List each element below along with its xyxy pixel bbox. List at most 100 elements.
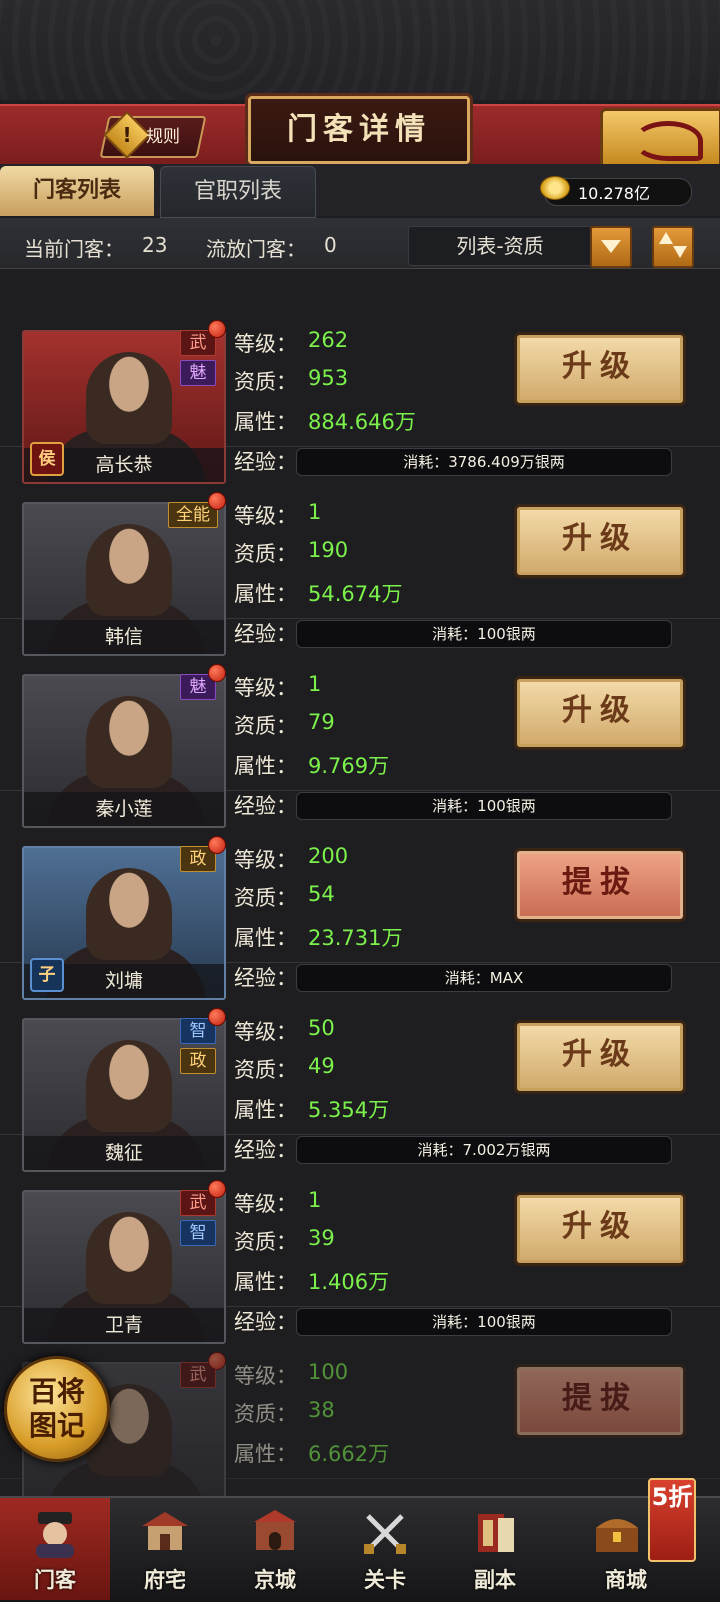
attr-value: 5.354万 [308, 1098, 390, 1122]
attr-label: 属性： [234, 1442, 297, 1466]
nav-mansion[interactable]: 府宅 [110, 1498, 220, 1600]
upgrade-button[interactable]: 升级 [514, 676, 686, 750]
tab-official-list[interactable]: 官职列表 [160, 166, 316, 218]
nav-label: 门客 [34, 1568, 76, 1592]
quality-value: 39 [308, 1226, 335, 1250]
level-label: 等级： [234, 676, 297, 700]
retainer-list[interactable]: 高长恭 侯 武 魅 等级： 262 资质： 953 属性： 884.646万 经… [0, 270, 720, 1496]
attr-label: 属性： [234, 926, 297, 950]
portrait-head [86, 696, 172, 788]
attr-value: 23.731万 [308, 926, 403, 950]
notification-dot [208, 1008, 226, 1026]
general-record-book-button[interactable]: 百将图记 [4, 1356, 110, 1462]
notification-dot [208, 492, 226, 510]
quality-value: 38 [308, 1398, 335, 1422]
trait-tag: 魅 [180, 360, 216, 386]
attr-value: 884.646万 [308, 410, 416, 434]
sort-order-toggle-icon[interactable] [652, 226, 694, 268]
currency-value: 10.278亿 [578, 184, 650, 203]
quality-value: 49 [308, 1054, 335, 1078]
exiled-retainers-value: 0 [324, 233, 337, 257]
level-value: 1 [308, 1188, 322, 1212]
quality-value: 190 [308, 538, 349, 562]
level-label: 等级： [234, 1020, 297, 1044]
quality-value: 79 [308, 710, 335, 734]
level-value: 262 [308, 328, 349, 352]
nav-label: 关卡 [364, 1568, 406, 1592]
notification-dot [208, 836, 226, 854]
portrait-head [86, 352, 172, 444]
nav-retainers[interactable]: 门客 [0, 1498, 110, 1600]
nav-label: 府宅 [144, 1568, 186, 1592]
quality-label: 资质： [234, 1402, 297, 1426]
level-label: 等级： [234, 848, 297, 872]
level-label: 等级： [234, 1364, 297, 1388]
quality-label: 资质： [234, 886, 297, 910]
current-retainers-value: 23 [142, 233, 168, 257]
nav-label: 商城 [605, 1568, 647, 1592]
portrait-head [86, 1212, 172, 1304]
notification-dot [208, 664, 226, 682]
quality-value: 54 [308, 882, 335, 906]
level-value: 50 [308, 1016, 335, 1040]
rules-button[interactable]: 规则 [146, 122, 180, 147]
upgrade-button[interactable]: 升级 [514, 1020, 686, 1094]
level-value: 100 [308, 1360, 349, 1384]
crossed-swords-icon [364, 1514, 406, 1554]
upgrade-button[interactable]: 升级 [514, 1192, 686, 1266]
attr-label: 属性： [234, 582, 297, 606]
dragon-back-icon [633, 121, 703, 161]
attr-value: 6.662万 [308, 1442, 390, 1466]
nav-dungeon[interactable]: 副本 [440, 1498, 550, 1600]
attr-value: 9.769万 [308, 754, 390, 778]
list-item: 韩信 全能 等级： 1 资质： 190 属性： 54.674万 经验： 消耗：1… [0, 442, 720, 656]
attr-label: 属性： [234, 1270, 297, 1294]
quality-label: 资质： [234, 542, 297, 566]
nav-capital[interactable]: 京城 [220, 1498, 330, 1600]
sort-select[interactable]: 列表-资质 [408, 226, 592, 266]
current-retainers-label: 当前门客： [24, 237, 124, 261]
quality-label: 资质： [234, 1230, 297, 1254]
promote-button[interactable]: 提拔 [514, 848, 686, 922]
trait-tag: 智 [180, 1220, 216, 1246]
book-label: 百将图记 [28, 1375, 85, 1442]
dropdown-arrow-icon[interactable] [590, 226, 632, 268]
quality-value: 953 [308, 366, 349, 390]
nav-label: 京城 [254, 1568, 296, 1592]
quality-label: 资质： [234, 714, 297, 738]
list-item: 魏征 智 政 等级： 50 资质： 49 属性： 5.354万 经验： 消耗：7… [0, 958, 720, 1172]
portrait-head [86, 868, 172, 960]
tab-retainer-list[interactable]: 门客列表 [0, 166, 154, 216]
upgrade-button[interactable]: 升级 [514, 504, 686, 578]
exiled-retainers-label: 流放门客： [206, 237, 306, 261]
portrait-head [86, 1040, 172, 1132]
attr-label: 属性： [234, 410, 297, 434]
quality-label: 资质： [234, 1058, 297, 1082]
list-item: 武 等级： 100 资质： 38 属性： 6.662万 提拔 [0, 1302, 720, 1496]
back-button[interactable] [600, 108, 720, 170]
level-value: 1 [308, 500, 322, 524]
level-label: 等级： [234, 332, 297, 356]
level-label: 等级： [234, 1192, 297, 1216]
quality-label: 资质： [234, 370, 297, 394]
official-portrait-icon [36, 1512, 74, 1558]
notification-dot [208, 320, 226, 338]
level-value: 1 [308, 672, 322, 696]
level-label: 等级： [234, 504, 297, 528]
portrait-head [86, 524, 172, 616]
book-icon [478, 1514, 514, 1552]
nav-label: 副本 [474, 1568, 516, 1592]
upgrade-button[interactable]: 升级 [514, 332, 686, 406]
treasure-chest-icon [596, 1519, 638, 1552]
mansion-icon [142, 1512, 188, 1550]
coin-icon [540, 176, 570, 200]
attr-value: 1.406万 [308, 1270, 390, 1294]
discount-badge: 5折 [648, 1478, 696, 1562]
nav-stages[interactable]: 关卡 [330, 1498, 440, 1600]
city-gate-icon [254, 1510, 296, 1550]
promote-button[interactable]: 提拔 [514, 1364, 686, 1438]
top-backdrop [0, 0, 720, 100]
notification-dot [208, 1352, 226, 1370]
list-item: 高长恭 侯 武 魅 等级： 262 资质： 953 属性： 884.646万 经… [0, 270, 720, 484]
trait-tag: 政 [180, 1048, 216, 1074]
